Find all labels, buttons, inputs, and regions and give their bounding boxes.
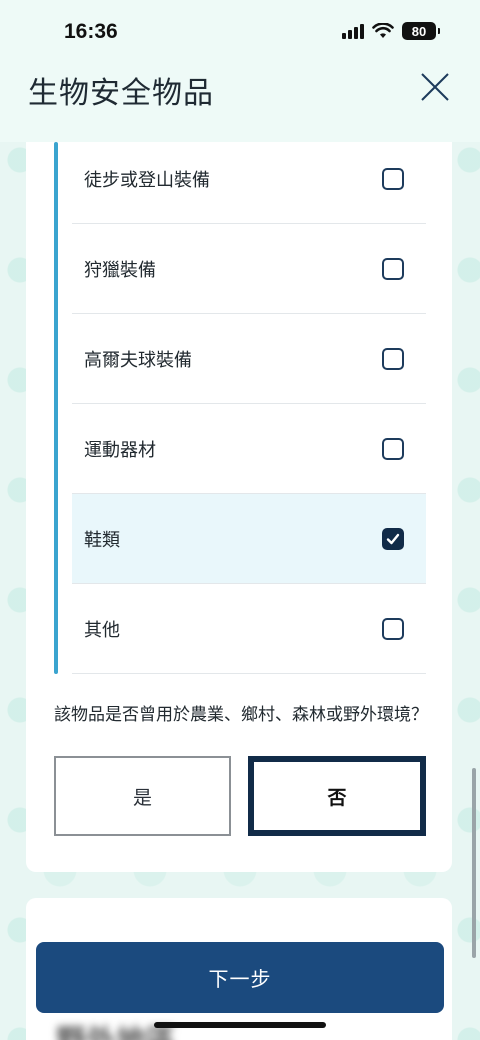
item-selection-card: 徒步或登山裝備 狩獵裝備 高爾夫球裝備 運動器材 鞋類 其他 該物品是否曾用於農…: [26, 142, 452, 872]
option-sports-equipment[interactable]: 運動器材: [72, 404, 426, 494]
usage-question: 該物品是否曾用於農業、鄉村、森林或野外環境？: [54, 705, 428, 725]
accent-bar: [54, 142, 58, 674]
option-other[interactable]: 其他: [72, 584, 426, 674]
answer-no-label: 否: [327, 786, 347, 809]
answer-no-button[interactable]: 否: [248, 756, 426, 836]
status-bar: 16:36 80: [0, 0, 480, 60]
checkbox-unchecked[interactable]: [382, 437, 404, 460]
option-label: 狩獵裝備: [84, 259, 156, 281]
status-time: 16:36: [64, 20, 118, 43]
option-hunting-gear[interactable]: 狩獵裝備: [72, 224, 426, 314]
page-header: 生物安全物品: [0, 60, 480, 142]
next-section-heading: 野外地區: [56, 1016, 176, 1040]
option-golf-gear[interactable]: 高爾夫球裝備: [72, 314, 426, 404]
option-label: 鞋類: [84, 529, 120, 551]
checkbox-checked[interactable]: [382, 527, 404, 550]
option-label: 其他: [84, 619, 120, 641]
next-step-button[interactable]: 下一步: [36, 942, 444, 1013]
battery-icon: 80: [402, 22, 440, 40]
answer-yes-label: 是: [132, 786, 152, 809]
option-hiking-gear[interactable]: 徒步或登山裝備: [72, 134, 426, 224]
signal-icon: [342, 23, 364, 39]
answer-yes-button[interactable]: 是: [54, 756, 231, 836]
scrollbar[interactable]: [472, 768, 476, 958]
checkbox-unchecked[interactable]: [382, 167, 404, 190]
next-step-label: 下一步: [208, 967, 272, 991]
close-button[interactable]: [418, 70, 452, 104]
checkbox-unchecked[interactable]: [382, 347, 404, 370]
checkmark-icon: [386, 533, 400, 544]
wifi-icon: [372, 23, 394, 38]
status-icons: 80: [342, 22, 440, 40]
close-icon: [421, 73, 449, 101]
option-footwear[interactable]: 鞋類: [72, 494, 426, 584]
page-title: 生物安全物品: [28, 76, 214, 111]
option-label: 徒步或登山裝備: [84, 169, 210, 191]
option-label: 運動器材: [84, 439, 156, 461]
battery-level: 80: [411, 23, 427, 39]
checkbox-unchecked[interactable]: [382, 257, 404, 280]
home-indicator[interactable]: [154, 1022, 326, 1028]
option-label: 高爾夫球裝備: [84, 349, 192, 371]
checkbox-unchecked[interactable]: [382, 617, 404, 640]
